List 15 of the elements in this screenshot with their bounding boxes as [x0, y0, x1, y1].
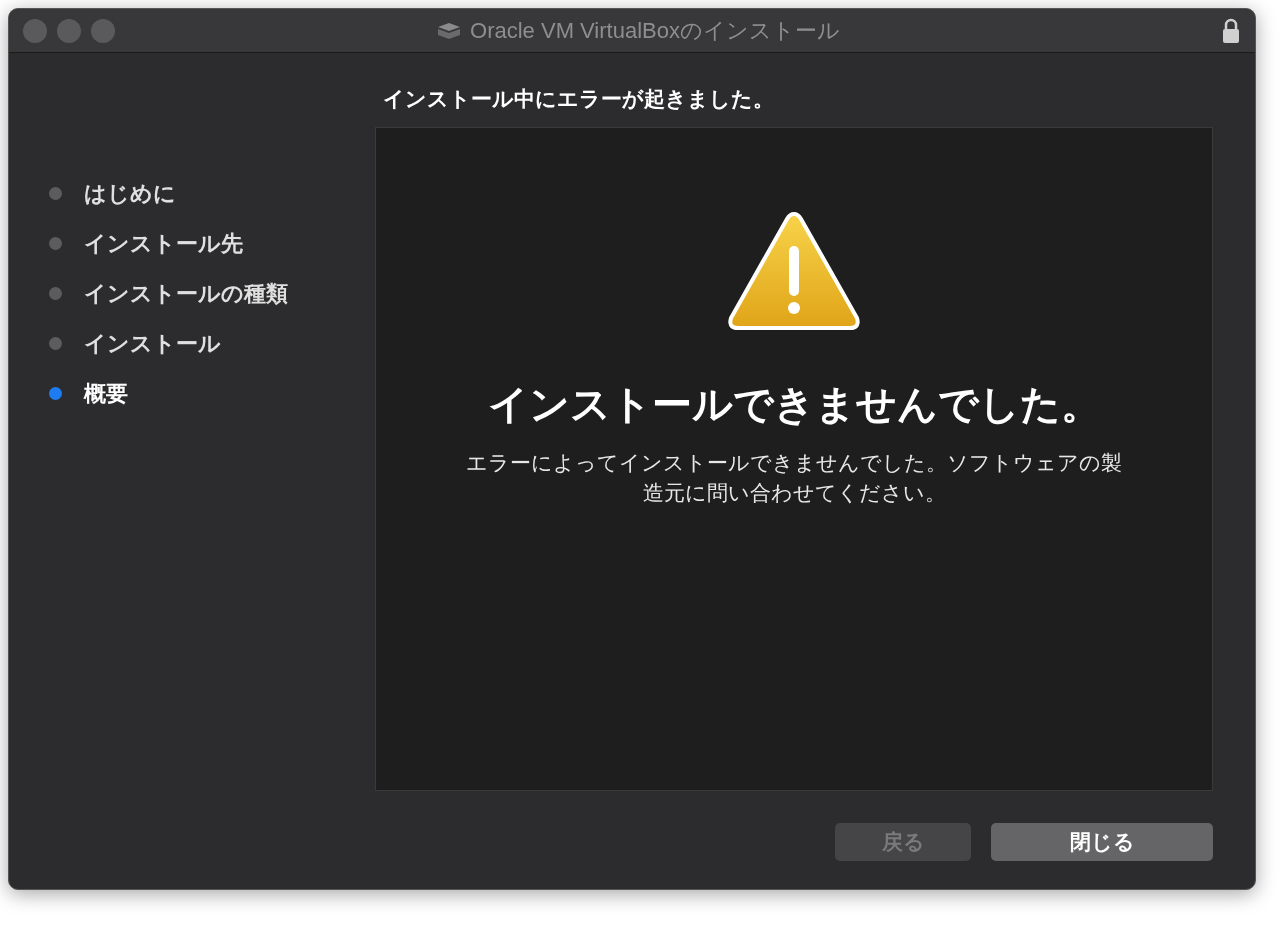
warning-icon	[726, 210, 862, 332]
window-control-icon[interactable]	[23, 18, 47, 43]
step-label[interactable]: インストールの種類	[84, 277, 288, 310]
step-label[interactable]: 概要	[84, 377, 128, 410]
status-heading: インストール中にエラーが起きました。	[383, 86, 775, 112]
close-button[interactable]: 閉じる	[991, 823, 1213, 861]
window-title: Oracle VM VirtualBoxのインストール	[470, 17, 840, 45]
step-label[interactable]: インストール	[84, 327, 221, 360]
step-label[interactable]: インストール先	[84, 227, 243, 260]
error-message: エラーによってインストールできませんでした。ソフトウェアの製造元に問い合わせてください。	[465, 450, 1123, 507]
package-icon	[436, 20, 463, 41]
step-label[interactable]: はじめに	[84, 177, 176, 210]
window-control-icon[interactable]	[91, 18, 115, 43]
window-control-icon[interactable]	[57, 18, 81, 43]
error-title: インストールできませんでした。	[487, 381, 1101, 428]
